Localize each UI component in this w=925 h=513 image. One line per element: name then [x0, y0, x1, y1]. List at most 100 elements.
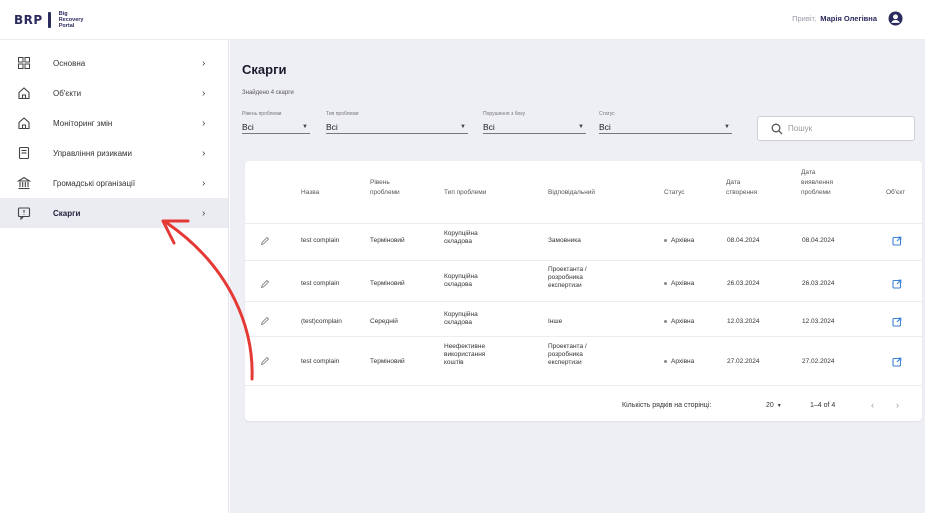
rows-per-page-select[interactable]: 20 ▼	[766, 402, 782, 409]
sidebar-item-label: Громадські організації	[53, 178, 136, 188]
chevron-right-icon: ›	[202, 147, 206, 159]
status-dot	[664, 319, 667, 323]
divider	[245, 301, 922, 302]
cell-status: Архівна	[664, 280, 694, 288]
document-icon	[18, 146, 30, 160]
caret-down-icon: ▼	[776, 403, 782, 409]
pencil-icon[interactable]	[260, 236, 270, 246]
sidebar-item-monitoring[interactable]: Моніторинг змін ›	[0, 108, 228, 138]
external-link-icon[interactable]	[892, 357, 902, 367]
rows-per-page-label: Кількість рядків на сторінці:	[622, 402, 712, 409]
sidebar-item-objects[interactable]: Об'єкти ›	[0, 78, 228, 108]
cell-created: 27.02.2024	[727, 358, 760, 365]
filter-label: Тип проблеми	[326, 111, 359, 117]
search-icon	[771, 123, 783, 134]
column-header-responsible[interactable]: Відповідальний	[548, 188, 595, 198]
cell-created: 08.04.2024	[727, 237, 760, 244]
column-header-level[interactable]: Рівень проблеми	[370, 178, 400, 198]
sidebar: Основна › Об'єкти › Моніторинг змін › Уп…	[0, 40, 229, 513]
cell-level: Терміновий	[370, 237, 405, 244]
user-name: Марія Олегівна	[820, 14, 877, 23]
chevron-right-icon: ›	[202, 87, 206, 99]
logo-mark: BRP	[14, 11, 59, 28]
caret-down-icon: ▼	[302, 123, 308, 130]
divider	[245, 336, 922, 337]
caret-down-icon: ▼	[724, 123, 730, 130]
complaints-table: Назва Рівень проблеми Тип проблеми Відпо…	[245, 161, 922, 421]
caret-down-icon: ▼	[578, 123, 584, 130]
cell-type: Корупційна складова	[444, 230, 478, 245]
sidebar-item-label: Моніторинг змін	[53, 118, 113, 128]
filter-select[interactable]: Всі ▼	[599, 120, 732, 134]
sidebar-item-risk-management[interactable]: Управління ризиками ›	[0, 138, 228, 168]
cell-responsible: Проектанта / розробника експертизи	[548, 343, 587, 366]
search-input[interactable]	[788, 124, 908, 133]
cell-created: 12.03.2024	[727, 318, 760, 325]
cell-detected: 26.03.2024	[802, 280, 835, 287]
external-link-icon[interactable]	[892, 236, 902, 246]
status-dot	[664, 281, 667, 285]
filter-problem-level[interactable]: Рівень проблеми Всі ▼	[242, 111, 310, 134]
column-header-object[interactable]: Об'єкт	[886, 188, 905, 198]
previous-page-button[interactable]: ‹	[871, 400, 874, 410]
cell-detected: 27.02.2024	[802, 358, 835, 365]
cell-name: test complain	[301, 358, 340, 365]
user-greeting: Привіт, Марія Олегівна	[792, 14, 877, 23]
pagination-range: 1–4 of 4	[810, 402, 836, 409]
home-icon	[18, 117, 30, 130]
filter-label: Порушення з боку	[483, 111, 526, 117]
filter-status[interactable]: Статус Всі ▼	[599, 111, 732, 134]
filter-problem-type[interactable]: Тип проблеми Всі ▼	[326, 111, 468, 134]
chevron-right-icon: ›	[202, 57, 206, 69]
sidebar-item-main[interactable]: Основна ›	[0, 48, 228, 78]
filter-label: Рівень проблеми	[242, 111, 282, 117]
grid-icon	[18, 57, 30, 69]
sidebar-item-complaints[interactable]: Скарги ›	[0, 198, 228, 228]
column-header-name[interactable]: Назва	[301, 188, 319, 198]
next-page-button[interactable]: ›	[896, 400, 899, 410]
cell-status: Архівна	[664, 358, 694, 366]
divider	[245, 260, 922, 261]
filter-violation-by[interactable]: Порушення з боку Всі ▼	[483, 111, 586, 134]
cell-level: Терміновий	[370, 280, 405, 287]
user-account-icon[interactable]	[888, 11, 903, 26]
message-alert-icon	[17, 207, 31, 220]
pencil-icon[interactable]	[260, 356, 270, 366]
caret-down-icon: ▼	[460, 123, 466, 130]
column-header-detected[interactable]: Дата виявлення проблеми	[801, 168, 833, 198]
column-header-type[interactable]: Тип проблеми	[444, 188, 486, 198]
status-dot	[664, 238, 667, 242]
sidebar-item-label: Об'єкти	[53, 88, 82, 98]
cell-status: Архівна	[664, 237, 694, 245]
search-box[interactable]	[757, 116, 915, 141]
external-link-icon[interactable]	[892, 279, 902, 289]
cell-name: test complain	[301, 237, 340, 244]
cell-responsible: Інше	[548, 318, 563, 325]
filter-select[interactable]: Всі ▼	[326, 120, 468, 134]
cell-detected: 08.04.2024	[802, 237, 835, 244]
filter-select[interactable]: Всі ▼	[483, 120, 586, 134]
logo[interactable]: BRP Big Recovery Portal	[14, 11, 83, 29]
column-header-created[interactable]: Дата створення	[726, 178, 757, 198]
pencil-icon[interactable]	[260, 316, 270, 326]
status-dot	[664, 359, 667, 363]
sidebar-item-public-organizations[interactable]: Громадські організації ›	[0, 168, 228, 198]
cell-created: 26.03.2024	[727, 280, 760, 287]
chevron-right-icon: ›	[202, 117, 206, 129]
results-count: Знайдено 4 скарги	[242, 90, 294, 96]
main-content: Скарги Знайдено 4 скарги Рівень проблеми…	[230, 40, 925, 513]
divider	[245, 223, 922, 224]
cell-name: test complain	[301, 280, 340, 287]
home-icon	[18, 87, 30, 100]
cell-status: Архівна	[664, 318, 694, 326]
cell-responsible: Проектанта / розробника експертизи	[548, 266, 587, 289]
cell-type: Корупційна складова	[444, 273, 478, 288]
logo-text: Big Recovery Portal	[58, 10, 84, 29]
external-link-icon[interactable]	[892, 317, 902, 327]
filter-select[interactable]: Всі ▼	[242, 120, 310, 134]
sidebar-item-label: Управління ризиками	[53, 148, 133, 158]
sidebar-item-label: Основна	[53, 58, 86, 68]
pencil-icon[interactable]	[260, 279, 270, 289]
column-header-status[interactable]: Статус	[664, 188, 685, 198]
chevron-right-icon: ›	[202, 207, 206, 219]
